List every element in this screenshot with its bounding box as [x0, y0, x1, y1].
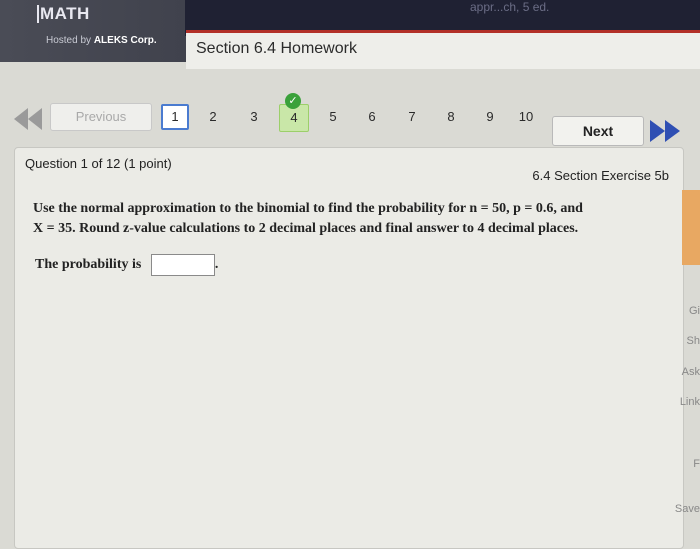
header-faint-text: appr...ch, 5 ed.	[470, 0, 550, 14]
side-panel: Gi Sh Ask Link F Save	[660, 190, 700, 525]
next-button[interactable]: Next	[552, 116, 644, 146]
side-item-save[interactable]: Save	[675, 503, 700, 515]
answer-input[interactable]	[150, 254, 215, 276]
side-item-sh[interactable]: Sh	[687, 335, 700, 347]
side-item-gi[interactable]: Gi	[689, 305, 700, 317]
completed-check-icon: ✓	[285, 93, 301, 109]
page-button-3[interactable]: 3	[240, 104, 268, 130]
page-button-6[interactable]: 6	[358, 104, 386, 130]
page-button-5[interactable]: 5	[319, 104, 347, 130]
hosted-by-text: Hosted by ALEKS Corp.	[46, 35, 157, 46]
question-panel: Question 1 of 12 (1 point) 6.4 Section E…	[14, 147, 684, 549]
answer-row: The probability is .	[35, 254, 218, 276]
question-text: Use the normal approximation to the bino…	[33, 199, 653, 239]
section-title: Section 6.4 Homework	[196, 40, 357, 57]
question-header: Question 1 of 12 (1 point)	[25, 156, 172, 171]
page-button-2[interactable]: 2	[199, 104, 227, 130]
app-brand: MATH	[40, 4, 90, 23]
page-button-9[interactable]: 9	[476, 104, 504, 130]
page-button-8[interactable]: 8	[437, 104, 465, 130]
side-tab-highlight	[682, 190, 700, 265]
page-button-7[interactable]: 7	[398, 104, 426, 130]
question-text-line-1: Use the normal approximation to the bino…	[33, 201, 583, 216]
answer-suffix: .	[214, 257, 219, 273]
answer-label: The probability is	[35, 257, 142, 273]
previous-button[interactable]: Previous	[50, 103, 152, 131]
question-nav: Previous 1 2 3 4 ✓ 5 6 7 8 9 10 Next	[0, 93, 700, 146]
page-button-1[interactable]: 1	[161, 104, 189, 130]
hosted-company: ALEKS Corp.	[93, 35, 157, 46]
section-tab: Section 6.4 Homework	[186, 30, 700, 69]
forward-arrow-icon[interactable]	[650, 120, 684, 142]
side-item-ask[interactable]: Ask	[682, 366, 700, 378]
back-arrow-icon[interactable]	[14, 108, 44, 130]
side-item-link[interactable]: Link	[680, 396, 700, 408]
brand-divider	[37, 5, 39, 23]
hosted-prefix: Hosted by	[46, 35, 94, 46]
page-button-10[interactable]: 10	[512, 104, 540, 130]
question-text-line-2: X = 35. Round z-value calculations to 2 …	[33, 221, 579, 236]
side-item-f[interactable]: F	[693, 458, 700, 470]
question-section-label: 6.4 Section Exercise 5b	[532, 168, 669, 183]
